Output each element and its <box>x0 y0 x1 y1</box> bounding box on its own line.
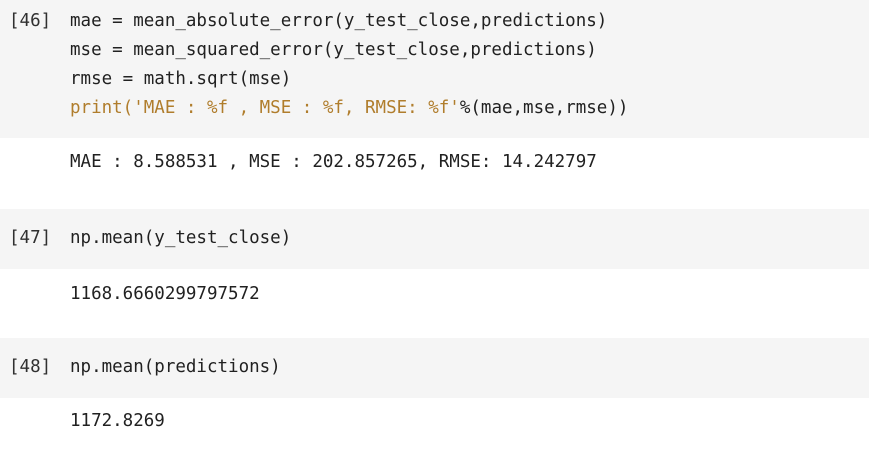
string-literal: 'MAE : %f , MSE : %f, RMSE: %f' <box>133 98 460 118</box>
code-input-area[interactable]: [47] np.mean(y_test_close) <box>0 209 869 269</box>
cell-output: 1168.6660299797572 <box>70 284 260 304</box>
code-line: rmse = math.sqrt(mse) <box>70 69 292 89</box>
notebook-cell-48[interactable]: [48] np.mean(predictions) 1172.8269 <box>0 338 869 459</box>
notebook-cell-47[interactable]: [47] np.mean(y_test_close) 1168.66602997… <box>0 209 869 329</box>
code-line: np.mean(predictions) <box>70 357 281 377</box>
execution-count-prompt: [47] <box>9 228 52 248</box>
code-line: np.mean(y_test_close) <box>70 228 292 248</box>
notebook-cell-46[interactable]: [46] mae = mean_absolute_error(y_test_cl… <box>0 0 869 200</box>
cell-output: 1172.8269 <box>70 411 165 431</box>
code-line-print: print('MAE : %f , MSE : %f, RMSE: %f'%(m… <box>70 98 628 118</box>
print-call: print( <box>70 98 134 118</box>
cell-output: MAE : 8.588531 , MSE : 202.857265, RMSE:… <box>70 152 597 172</box>
code-input-area[interactable]: [48] np.mean(predictions) <box>0 338 869 398</box>
code-input-area[interactable]: [46] mae = mean_absolute_error(y_test_cl… <box>0 0 869 138</box>
execution-count-prompt: [46] <box>9 11 52 31</box>
format-args: %(mae,mse,rmse)) <box>459 98 629 118</box>
execution-count-prompt: [48] <box>9 357 52 377</box>
code-line: mse = mean_squared_error(y_test_close,pr… <box>70 40 597 60</box>
code-line: mae = mean_absolute_error(y_test_close,p… <box>70 11 608 31</box>
